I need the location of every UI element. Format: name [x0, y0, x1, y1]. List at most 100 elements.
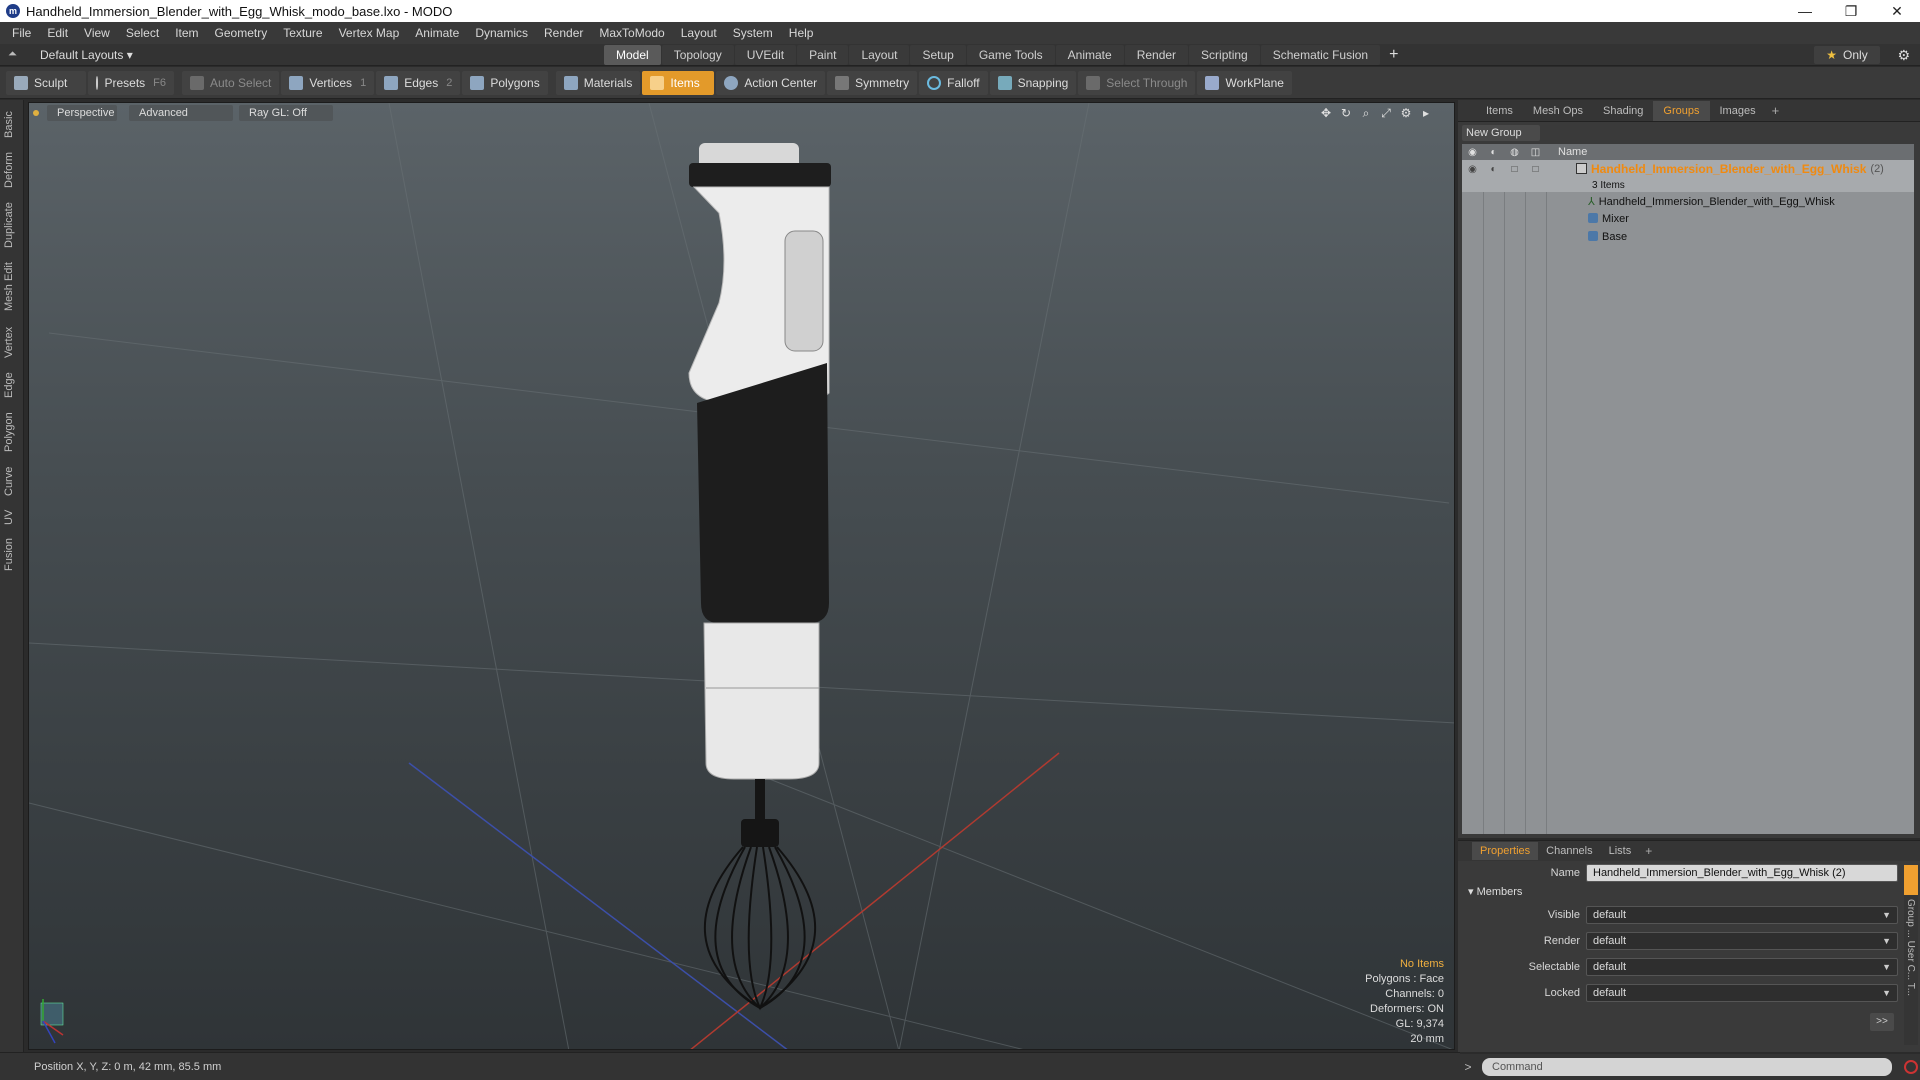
- snapping-button[interactable]: Snapping: [989, 70, 1077, 95]
- minimize-button[interactable]: —: [1782, 0, 1828, 22]
- command-input[interactable]: Command: [1482, 1058, 1892, 1076]
- tab-uv[interactable]: UV: [3, 506, 21, 528]
- menu-layout[interactable]: Layout: [673, 26, 725, 40]
- group-visible-toggle[interactable]: ◉: [1462, 164, 1483, 175]
- tab-edge[interactable]: Edge: [3, 368, 21, 402]
- menu-select[interactable]: Select: [118, 26, 167, 40]
- action-center-button[interactable]: Action Center: [716, 70, 826, 95]
- menu-geometry[interactable]: Geometry: [207, 26, 276, 40]
- lock-icon[interactable]: ◍: [1504, 147, 1525, 158]
- menu-dynamics[interactable]: Dynamics: [467, 26, 536, 40]
- rotate-icon[interactable]: ↻: [1336, 106, 1356, 121]
- render-icon[interactable]: ◐: [1483, 147, 1504, 158]
- group-render-toggle[interactable]: ◐: [1483, 164, 1504, 175]
- tab-channels[interactable]: Channels: [1538, 842, 1600, 860]
- workplane-button[interactable]: WorkPlane: [1197, 70, 1292, 95]
- add-panel-tab-icon[interactable]: +: [1766, 103, 1786, 118]
- members-section[interactable]: ▾ Members: [1468, 885, 1522, 898]
- tab-render[interactable]: Render: [1124, 45, 1189, 65]
- name-field[interactable]: Handheld_Immersion_Blender_with_Egg_Whis…: [1586, 864, 1898, 882]
- add-properties-tab-icon[interactable]: +: [1639, 844, 1658, 858]
- render-dropdown[interactable]: default ▼: [1586, 932, 1898, 950]
- symmetry-button[interactable]: Symmetry: [827, 70, 918, 95]
- menu-edit[interactable]: Edit: [39, 26, 76, 40]
- tab-deform[interactable]: Deform: [3, 148, 21, 192]
- tab-mesh-ops[interactable]: Mesh Ops: [1523, 101, 1593, 121]
- menu-item[interactable]: Item: [167, 26, 206, 40]
- menu-vertex-map[interactable]: Vertex Map: [331, 26, 408, 40]
- tab-scripting[interactable]: Scripting: [1189, 45, 1260, 65]
- menu-file[interactable]: File: [4, 26, 39, 40]
- advanced-dropdown[interactable]: Advanced: [129, 105, 233, 121]
- tab-images[interactable]: Images: [1710, 101, 1766, 121]
- tab-topology[interactable]: Topology: [661, 45, 734, 65]
- tab-model[interactable]: Model: [604, 45, 661, 65]
- select-through-button[interactable]: Select Through: [1078, 70, 1196, 95]
- tab-duplicate[interactable]: Duplicate: [3, 198, 21, 252]
- gear-icon[interactable]: ⚙: [1897, 47, 1910, 64]
- layout-selector-label[interactable]: Default Layouts ▾: [40, 48, 133, 62]
- list-item[interactable]: Base: [1462, 228, 1914, 246]
- tab-polygon[interactable]: Polygon: [3, 408, 21, 456]
- raygl-dropdown[interactable]: Ray GL: Off: [239, 105, 333, 121]
- tab-paint[interactable]: Paint: [797, 45, 849, 65]
- side-strip-label[interactable]: Group ... User C... T...: [1905, 899, 1916, 996]
- tab-schematic-fusion[interactable]: Schematic Fusion: [1260, 45, 1381, 65]
- presets-button[interactable]: Presets F6: [88, 70, 174, 95]
- command-chevron-icon[interactable]: >: [1460, 1060, 1476, 1074]
- group-select-toggle[interactable]: □: [1525, 164, 1546, 175]
- tab-game-tools[interactable]: Game Tools: [966, 45, 1055, 65]
- tab-lists[interactable]: Lists: [1601, 842, 1640, 860]
- menu-system[interactable]: System: [725, 26, 781, 40]
- fit-icon[interactable]: ⤢: [1376, 106, 1396, 121]
- side-strip-active-tab[interactable]: [1904, 865, 1918, 895]
- menu-view[interactable]: View: [76, 26, 118, 40]
- tab-groups[interactable]: Groups: [1653, 100, 1710, 121]
- falloff-button[interactable]: Falloff: [919, 70, 988, 95]
- close-button[interactable]: ✕: [1874, 0, 1920, 22]
- collapse-arrow-icon[interactable]: ⏶: [8, 48, 22, 61]
- selectable-dropdown[interactable]: default ▼: [1586, 958, 1898, 976]
- menu-texture[interactable]: Texture: [275, 26, 330, 40]
- pan-icon[interactable]: ✥: [1316, 106, 1336, 121]
- tab-mesh-edit[interactable]: Mesh Edit: [3, 258, 21, 316]
- edges-button[interactable]: Edges 2: [376, 70, 461, 95]
- menu-help[interactable]: Help: [781, 26, 822, 40]
- maximize-button[interactable]: ❐: [1828, 0, 1874, 22]
- tab-properties[interactable]: Properties: [1472, 842, 1539, 860]
- tab-curve[interactable]: Curve: [3, 462, 21, 500]
- menu-maxtomodo[interactable]: MaxToModo: [591, 26, 672, 40]
- layout-selector[interactable]: ⏶ Default Layouts ▾: [8, 48, 158, 62]
- tab-basic[interactable]: Basic: [3, 108, 21, 142]
- list-item[interactable]: Mixer: [1462, 210, 1914, 228]
- tab-shading[interactable]: Shading: [1593, 101, 1653, 121]
- tab-layout[interactable]: Layout: [849, 45, 910, 65]
- zoom-icon[interactable]: ⌕: [1356, 106, 1376, 121]
- perspective-dropdown[interactable]: Perspective: [47, 105, 117, 121]
- tab-fusion[interactable]: Fusion: [3, 534, 21, 574]
- new-group-button[interactable]: New Group: [1462, 125, 1540, 141]
- auto-select-button[interactable]: Auto Select: [182, 70, 280, 95]
- viewport-scene[interactable]: [29, 103, 1455, 1050]
- list-item[interactable]: ⅄ Handheld_Immersion_Blender_with_Egg_Whi…: [1462, 192, 1914, 210]
- tab-animate[interactable]: Animate: [1055, 45, 1124, 65]
- tab-vertex[interactable]: Vertex: [3, 322, 21, 362]
- select-icon[interactable]: ◫: [1525, 147, 1546, 158]
- group-row[interactable]: ◉ ◐ □ □ Handheld_Immersion_Blender_with_…: [1462, 160, 1914, 178]
- polygons-button[interactable]: Polygons: [462, 70, 548, 95]
- viewport-menu-dot[interactable]: [33, 110, 39, 116]
- record-icon[interactable]: [1904, 1060, 1918, 1074]
- name-column-header[interactable]: Name: [1558, 146, 1587, 158]
- members-expand-icon[interactable]: ▾: [1468, 886, 1474, 898]
- materials-button[interactable]: Materials: [555, 70, 641, 95]
- tab-setup[interactable]: Setup: [910, 45, 966, 65]
- locked-dropdown[interactable]: default ▼: [1586, 984, 1898, 1002]
- more-button[interactable]: >>: [1870, 1013, 1894, 1031]
- add-tab-icon[interactable]: +: [1381, 46, 1406, 64]
- menu-render[interactable]: Render: [536, 26, 591, 40]
- viewport-gear-icon[interactable]: ⚙: [1396, 106, 1416, 121]
- eye-icon[interactable]: ◉: [1462, 147, 1483, 158]
- group-lock-toggle[interactable]: □: [1504, 164, 1525, 175]
- sculpt-button[interactable]: Sculpt: [6, 70, 86, 95]
- 3d-viewport[interactable]: Perspective Advanced Ray GL: Off ✥ ↻ ⌕ ⤢…: [28, 102, 1455, 1050]
